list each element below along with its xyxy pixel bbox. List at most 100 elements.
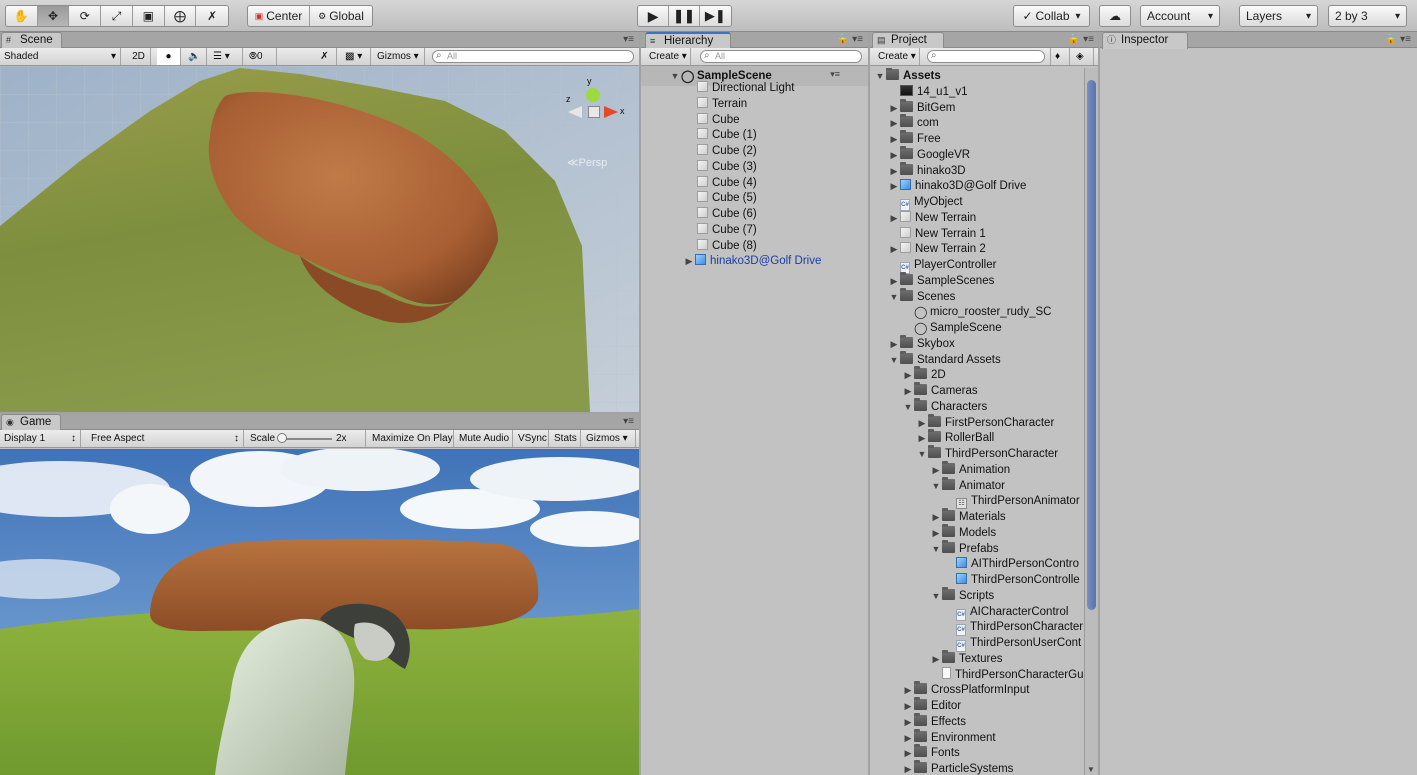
project-item[interactable]: C# ThirdPersonCharacter	[944, 619, 1083, 637]
scale-tool-button[interactable]: ⤢	[101, 6, 133, 26]
collapse-arrow-icon[interactable]: ▼	[930, 588, 942, 604]
expand-arrow-icon[interactable]: ▶	[902, 367, 914, 383]
project-item[interactable]: ▶ Cameras	[902, 382, 978, 399]
expand-arrow-icon[interactable]: ▶	[902, 698, 914, 714]
custom-tool-button[interactable]: ✗	[196, 6, 228, 26]
project-panel-menu-icon[interactable]: 🔒 ▾≡	[1068, 34, 1094, 45]
expand-arrow-icon[interactable]: ▶	[888, 147, 900, 163]
expand-arrow-icon[interactable]: ▶	[888, 115, 900, 131]
persp-label[interactable]: ≪Persp	[567, 156, 607, 169]
expand-arrow-icon[interactable]: ▶	[930, 651, 942, 667]
expand-arrow-icon[interactable]: ▶	[902, 761, 914, 775]
camera-dropdown[interactable]: ▩ ▾	[341, 48, 371, 65]
expand-arrow-icon[interactable]: ▶	[902, 383, 914, 399]
project-item[interactable]: ▶ Animation	[930, 460, 1010, 478]
project-item[interactable]: ▼ Assets	[874, 68, 941, 84]
project-item[interactable]: ▶ hinako3D	[888, 161, 966, 179]
stats-toggle[interactable]: Stats	[550, 430, 581, 447]
pivot-global-button[interactable]: ⚙ Global	[310, 6, 372, 26]
scene-gizmo[interactable]: y x z	[560, 76, 630, 140]
play-button[interactable]: ▶	[638, 6, 670, 26]
project-item[interactable]: ▼ Characters	[902, 397, 987, 415]
expand-arrow-icon[interactable]: ▶	[902, 714, 914, 730]
aspect-dropdown[interactable]: Free Aspect ↕	[87, 430, 244, 447]
expand-arrow-icon[interactable]: ▶	[888, 100, 900, 116]
tab-inspector[interactable]: ⓘ Inspector	[1102, 32, 1188, 49]
project-item[interactable]: ▶ Materials	[930, 508, 1006, 525]
scene-viewport[interactable]: y x z ≪Persp	[0, 66, 639, 412]
expand-arrow-icon[interactable]: ▶	[930, 525, 942, 541]
project-item[interactable]: AIThirdPersonContro	[944, 556, 1079, 572]
filter-by-label-button[interactable]: ◈	[1072, 48, 1094, 65]
expand-arrow-icon[interactable]: ▶	[888, 241, 900, 257]
game-panel-menu-icon[interactable]: ▾≡	[623, 416, 634, 427]
hierarchy-item[interactable]: Cube (6)	[697, 206, 757, 222]
hierarchy-item[interactable]: Cube (5)	[697, 190, 757, 206]
expand-arrow-icon[interactable]: ▶	[888, 336, 900, 352]
project-item[interactable]: ▼ ThirdPersonCharacter	[916, 445, 1058, 462]
project-item[interactable]: ▶ RollerBall	[916, 429, 994, 446]
shading-dropdown[interactable]: Shaded ▾	[0, 48, 121, 65]
project-item[interactable]: ▶ hinako3D@Golf Drive	[888, 178, 1026, 194]
project-item[interactable]: New Terrain 1	[888, 226, 986, 242]
maximize-on-play-toggle[interactable]: Maximize On Play	[368, 430, 454, 447]
project-item[interactable]: 14_u1_v1	[888, 84, 968, 100]
project-item[interactable]: ▶ SampleScenes	[888, 271, 994, 289]
hierarchy-item[interactable]: ▶ hinako3D@Golf Drive	[683, 253, 821, 269]
expand-arrow-icon[interactable]: ▶	[888, 273, 900, 289]
tab-hierarchy[interactable]: ≡ Hierarchy	[645, 32, 731, 49]
project-item[interactable]: ▶ Environment	[902, 728, 996, 746]
cloud-button[interactable]: ☁	[1099, 5, 1131, 27]
project-item[interactable]: ▶ com	[888, 114, 939, 131]
mute-audio-toggle[interactable]: Mute Audio	[455, 430, 513, 447]
project-item[interactable]: ▼ Scripts	[930, 586, 994, 604]
project-item[interactable]: ▼ Animator	[930, 476, 1005, 494]
project-item[interactable]: ▼ Scenes	[888, 287, 955, 305]
project-item[interactable]: ▶ ParticleSystems	[902, 760, 1013, 775]
hierarchy-item[interactable]: Cube (1)	[697, 127, 757, 143]
expand-arrow-icon[interactable]: ▶	[902, 682, 914, 698]
scene-options-icon[interactable]: ▾≡	[830, 69, 840, 80]
scene-panel-menu-icon[interactable]: ▾≡	[623, 34, 634, 45]
project-item[interactable]: ◯ SampleScene	[902, 320, 1002, 336]
project-item[interactable]: C# AICharacterControl	[944, 604, 1068, 621]
step-button[interactable]: ▶❚	[700, 6, 731, 26]
scene-search-input[interactable]: All	[432, 50, 634, 63]
hierarchy-item[interactable]: Cube (2)	[697, 143, 757, 159]
scale-slider-track[interactable]	[280, 438, 332, 440]
scroll-down-icon[interactable]: ▼	[1087, 765, 1095, 774]
project-item[interactable]: ▶ Effects	[902, 712, 966, 730]
transform-tool-button[interactable]: ⨁	[165, 6, 197, 26]
project-item[interactable]: C# MyObject	[888, 194, 963, 211]
scene-gizmos-dropdown[interactable]: Gizmos ▾	[373, 48, 425, 65]
hierarchy-item[interactable]: Cube (7)	[697, 222, 757, 238]
project-item[interactable]: ▶ FirstPersonCharacter	[916, 413, 1054, 431]
project-scrollbar-thumb[interactable]	[1087, 80, 1096, 610]
tab-game[interactable]: ◉ Game	[1, 414, 61, 431]
pause-button[interactable]: ❚❚	[669, 6, 700, 26]
lighting-toggle[interactable]: ●	[157, 48, 181, 65]
rotate-tool-button[interactable]: ⟳	[69, 6, 102, 26]
tab-scene[interactable]: # Scene	[1, 32, 62, 49]
expand-arrow-icon[interactable]: ▶	[930, 509, 942, 525]
expand-arrow-icon[interactable]: ▶	[902, 730, 914, 746]
rect-tool-button[interactable]: ▣	[133, 6, 165, 26]
project-item[interactable]: ◯ micro_rooster_rudy_SC	[902, 304, 1051, 320]
project-item[interactable]: ▶ GoogleVR	[888, 145, 970, 163]
expand-arrow-icon[interactable]: ▶	[902, 745, 914, 761]
hierarchy-item[interactable]: Cube (3)	[697, 159, 757, 175]
project-item[interactable]: ▶ Editor	[902, 697, 961, 714]
layers-dropdown[interactable]: Layers	[1239, 5, 1318, 27]
tab-project[interactable]: ▤ Project	[872, 32, 944, 49]
collapse-arrow-icon[interactable]: ▼	[930, 478, 942, 494]
project-search-input[interactable]	[927, 50, 1045, 63]
hierarchy-item[interactable]: Cube (8)	[697, 238, 757, 254]
project-item[interactable]: C# PlayerController	[888, 257, 996, 274]
collapse-arrow-icon[interactable]: ▼	[916, 446, 928, 462]
game-gizmos-dropdown[interactable]: Gizmos ▾	[582, 430, 636, 447]
collapse-arrow-icon[interactable]: ▼	[902, 399, 914, 415]
project-item[interactable]: ▶ New Terrain 2	[888, 241, 986, 257]
hierarchy-item[interactable]: Cube (4)	[697, 175, 757, 191]
move-tool-button[interactable]: ✥	[37, 6, 70, 26]
collapse-arrow-icon[interactable]: ▼	[888, 352, 900, 368]
